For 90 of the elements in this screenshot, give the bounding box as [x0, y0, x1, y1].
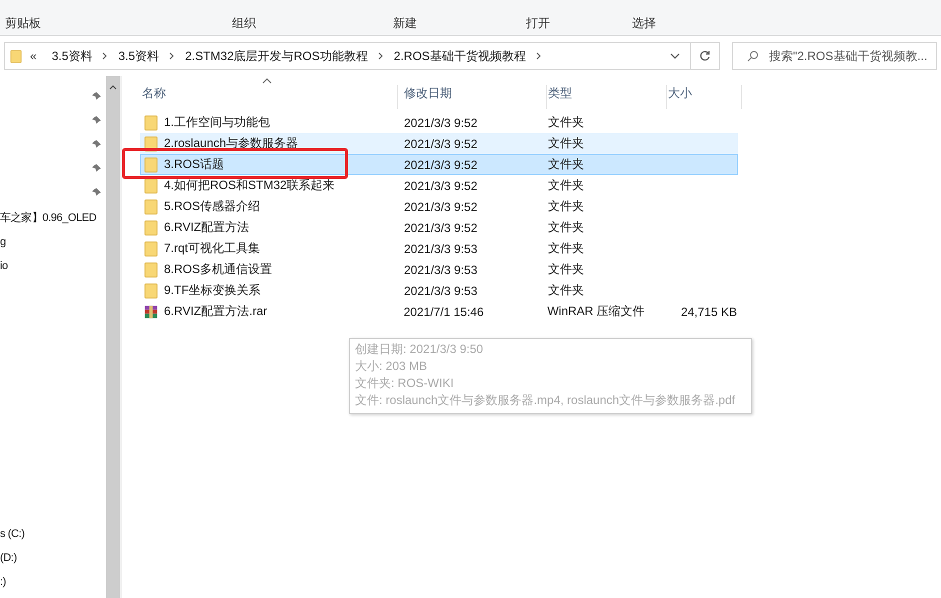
folder-icon [144, 156, 158, 172]
dropdown-chevron-icon[interactable] [670, 53, 680, 59]
modified-date: 2021/3/3 9:52 [404, 116, 478, 130]
ribbon-group-label: 选择 [632, 15, 656, 32]
nav-item[interactable]: io [0, 254, 106, 278]
file-name: 9.TF坐标变换关系 [164, 282, 261, 299]
modified-date: 2021/3/3 9:52 [404, 200, 478, 214]
file-row[interactable]: 7.rqt可视化工具集 2021/3/3 9:53 文件夹 [140, 238, 738, 259]
file-type: 文件夹 [548, 261, 585, 278]
folder-icon [144, 220, 158, 236]
ribbon-group-label: 剪贴板 [5, 15, 41, 32]
address-bar[interactable]: « 3.5资料 3.5资料 2.STM32底层开发与ROS功能教程 2.ROS基础干货视频教程 [4, 42, 720, 70]
file-row[interactable]: 9.TF坐标变换关系 2021/3/3 9:53 文件夹 [140, 280, 738, 301]
file-type: 文件夹 [548, 156, 585, 173]
breadcrumb[interactable]: 3.5资料 [113, 48, 164, 64]
tooltip-line: 大小: 203 MB [355, 358, 428, 375]
modified-date: 2021/3/3 9:53 [404, 262, 478, 276]
search-icon [747, 50, 759, 62]
file-name: 1.工作空间与功能包 [164, 114, 270, 131]
modified-date: 2021/3/3 9:52 [404, 220, 478, 234]
sort-caret-icon [262, 78, 272, 84]
breadcrumb[interactable]: 2.ROS基础干货视频教程 [388, 48, 531, 64]
drive-item[interactable]: s (C:) [0, 522, 106, 546]
column-header[interactable]: 名称 [142, 85, 398, 109]
column-header[interactable]: 大小 [668, 85, 742, 109]
file-name: 3.ROS话题 [164, 156, 224, 173]
search-field[interactable]: 搜索"2.ROS基础干货视频教... [732, 42, 937, 70]
refresh-icon [699, 50, 711, 62]
tooltip-line: 文件夹: ROS-WIKI [355, 375, 455, 392]
modified-date: 2021/3/3 9:53 [404, 284, 478, 298]
file-type: 文件夹 [548, 177, 585, 194]
file-type: 文件夹 [548, 114, 585, 131]
ribbon-group-label: 组织 [232, 15, 256, 32]
file-row[interactable]: 3.ROS话题 2021/3/3 9:52 文件夹 [140, 154, 738, 175]
modified-date: 2021/3/3 9:52 [404, 178, 478, 192]
drive-item[interactable]: :) [0, 570, 106, 594]
file-row[interactable]: 4.如何把ROS和STM32联系起来 2021/3/3 9:52 文件夹 [140, 175, 738, 196]
tooltip-line: 文件: roslaunch文件与参数服务器.mp4, roslaunch文件与参数服务器.pdf [355, 392, 736, 409]
file-name: 4.如何把ROS和STM32联系起来 [164, 177, 335, 194]
pin-icon[interactable] [91, 114, 102, 126]
folder-icon [10, 48, 22, 64]
tooltip-line: 创建日期: 2021/3/3 9:50 [355, 341, 484, 358]
file-type: WinRAR 压缩文件 [547, 303, 646, 320]
folder-icon [144, 282, 158, 298]
chevron-right-icon[interactable] [378, 52, 384, 60]
pin-icon[interactable] [91, 162, 102, 174]
pin-icon[interactable] [91, 186, 102, 198]
folder-icon [144, 198, 158, 214]
folder-icon [144, 240, 158, 256]
scrollbar[interactable] [106, 76, 122, 598]
folder-icon [144, 178, 158, 194]
file-name: 8.ROS多机通信设置 [164, 261, 272, 278]
chevron-right-icon[interactable] [536, 52, 542, 60]
scroll-up-icon[interactable] [109, 85, 117, 90]
breadcrumb[interactable]: 3.5资料 [46, 48, 98, 64]
ribbon-group-label: 打开 [526, 15, 550, 32]
modified-date: 2021/7/1 15:46 [404, 304, 485, 318]
ribbon-group-label: 新建 [393, 15, 417, 32]
chevron-right-icon[interactable] [169, 52, 176, 60]
file-type: 文件夹 [548, 135, 585, 152]
file-row[interactable]: 5.ROS传感器介绍 2021/3/3 9:52 文件夹 [140, 196, 738, 217]
file-name: 6.RVIZ配置方法.rar [164, 303, 268, 320]
file-type: 文件夹 [548, 240, 585, 257]
file-row[interactable]: 6.RVIZ配置方法.rar 2021/7/1 15:46 WinRAR 压缩文件 24,715 KB [140, 301, 738, 322]
pin-icon[interactable] [91, 90, 102, 102]
folder-icon [144, 114, 158, 130]
pin-icon[interactable] [91, 138, 102, 150]
overflow-chevron[interactable]: « [30, 49, 37, 63]
file-name: 5.ROS传感器介绍 [164, 198, 260, 215]
drive-item[interactable]: (D:) [0, 546, 106, 570]
column-header[interactable]: 修改日期 [404, 85, 547, 109]
archive-icon [144, 304, 158, 320]
file-row[interactable]: 1.工作空间与功能包 2021/3/3 9:52 文件夹 [140, 112, 738, 133]
file-type: 文件夹 [548, 219, 585, 236]
nav-item[interactable]: 车之家】0.96_OLED [0, 206, 106, 230]
file-name: 7.rqt可视化工具集 [164, 240, 260, 257]
column-header[interactable]: 类型 [548, 85, 667, 109]
modified-date: 2021/3/3 9:53 [404, 242, 478, 256]
file-row[interactable]: 6.RVIZ配置方法 2021/3/3 9:52 文件夹 [140, 217, 738, 238]
file-name: 6.RVIZ配置方法 [164, 219, 250, 236]
folder-icon [144, 262, 158, 278]
modified-date: 2021/3/3 9:52 [404, 136, 478, 150]
nav-item[interactable]: g [0, 230, 106, 254]
file-row[interactable]: 8.ROS多机通信设置 2021/3/3 9:53 文件夹 [140, 259, 738, 280]
breadcrumb[interactable]: 2.STM32底层开发与ROS功能教程 [180, 48, 373, 64]
modified-date: 2021/3/3 9:52 [404, 158, 478, 172]
chevron-right-icon[interactable] [102, 52, 108, 60]
file-type: 文件夹 [548, 282, 585, 299]
file-type: 文件夹 [548, 198, 585, 215]
file-size: 24,715 KB [680, 304, 737, 318]
